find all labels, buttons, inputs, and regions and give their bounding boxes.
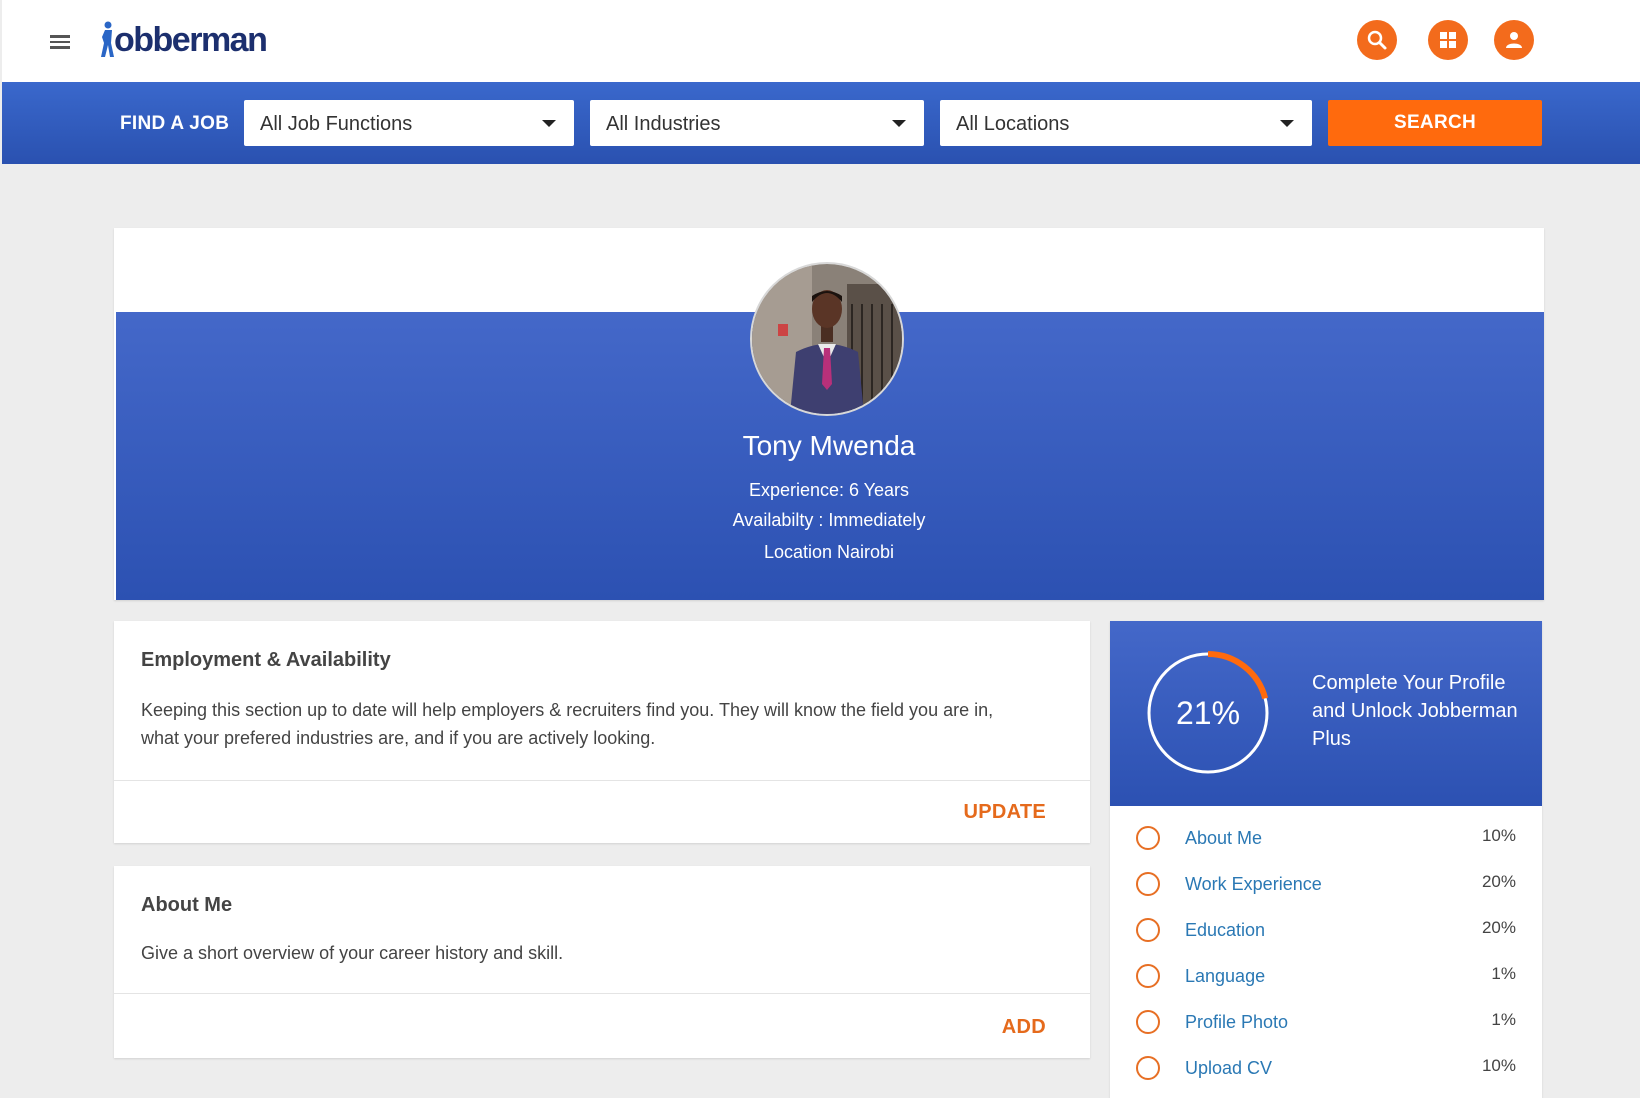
- radio-circle-icon[interactable]: [1136, 918, 1160, 942]
- checklist-item-label[interactable]: Profile Photo: [1185, 1012, 1288, 1033]
- location-select[interactable]: All Locations: [940, 100, 1312, 146]
- checklist-item[interactable]: Work Experience 20%: [1110, 863, 1542, 907]
- job-function-select[interactable]: All Job Functions: [244, 100, 574, 146]
- checklist-item-percent: 10%: [1481, 1056, 1516, 1075]
- checklist-item-percent: 1%: [1491, 1010, 1516, 1029]
- profile-location: Location Nairobi: [763, 542, 895, 562]
- checklist-item-percent: 20%: [1481, 918, 1516, 937]
- about-me-card: About Me Give a short overview of your c…: [114, 866, 1090, 1058]
- about-me-title: About Me: [141, 894, 233, 916]
- divider: [114, 780, 1090, 781]
- job-search-bar: FIND A JOB All Job Functions All Industr…: [2, 82, 1640, 164]
- jobberman-logo[interactable]: obberman: [98, 18, 268, 62]
- search-button[interactable]: SEARCH: [1328, 100, 1542, 146]
- chevron-down-icon: [1280, 120, 1294, 127]
- radio-circle-icon[interactable]: [1136, 964, 1160, 988]
- add-button[interactable]: ADD: [1002, 1016, 1046, 1039]
- employment-title: Employment & Availability: [141, 649, 391, 671]
- hamburger-menu-icon[interactable]: [50, 32, 74, 52]
- profile-card: Tony Mwenda Experience: 6 Years Availabi…: [114, 228, 1544, 600]
- checklist-item[interactable]: Language 1%: [1110, 955, 1542, 999]
- checklist-item-percent: 1%: [1491, 964, 1516, 983]
- top-header: obberman: [2, 0, 1640, 82]
- checklist-item[interactable]: About Me 10%: [1110, 817, 1542, 861]
- profile-experience: Experience: 6 Years: [748, 480, 910, 500]
- checklist-item-percent: 20%: [1481, 872, 1516, 891]
- checklist-item[interactable]: Upload CV 10%: [1110, 1047, 1542, 1091]
- logo-text: obberman: [114, 20, 268, 59]
- completion-percent: 21%: [1175, 695, 1241, 731]
- find-a-job-label: FIND A JOB: [120, 113, 230, 134]
- radio-circle-icon[interactable]: [1136, 1010, 1160, 1034]
- radio-circle-icon[interactable]: [1136, 826, 1160, 850]
- industry-value: All Industries: [606, 113, 721, 135]
- account-icon[interactable]: [1494, 20, 1534, 60]
- search-icon[interactable]: [1357, 20, 1397, 60]
- employment-description: Keeping this section up to date will hel…: [141, 696, 993, 752]
- chevron-down-icon: [892, 120, 906, 127]
- profile-availability: Availabilty : Immediately: [732, 510, 926, 530]
- checklist-item[interactable]: Profile Photo 1%: [1110, 1001, 1542, 1045]
- industry-select[interactable]: All Industries: [590, 100, 924, 146]
- checklist-item-label[interactable]: Education: [1185, 920, 1265, 941]
- profile-completion-panel: 21% Complete Your Profile and Unlock Job…: [1110, 621, 1542, 1098]
- employment-description-line-2: what your prefered industries are, and i…: [141, 728, 656, 748]
- dashboard-icon[interactable]: [1428, 20, 1468, 60]
- location-value: All Locations: [956, 113, 1070, 135]
- checklist-item-label[interactable]: About Me: [1185, 828, 1262, 849]
- avatar[interactable]: [750, 262, 904, 416]
- completion-header: 21% Complete Your Profile and Unlock Job…: [1110, 621, 1542, 806]
- radio-circle-icon[interactable]: [1136, 1056, 1160, 1080]
- checklist-item-percent: 10%: [1481, 826, 1516, 845]
- about-me-description: Give a short overview of your career his…: [141, 943, 564, 963]
- chevron-down-icon: [542, 120, 556, 127]
- checklist-item-label[interactable]: Work Experience: [1185, 874, 1322, 895]
- divider: [114, 993, 1090, 994]
- complete-profile-cta[interactable]: Complete Your Profile and Unlock Jobberm…: [1312, 669, 1522, 753]
- employment-card: Employment & Availability Keeping this s…: [114, 621, 1090, 843]
- job-function-value: All Job Functions: [260, 113, 413, 135]
- checklist-item[interactable]: Education 20%: [1110, 909, 1542, 953]
- radio-circle-icon[interactable]: [1136, 872, 1160, 896]
- checklist-item-label[interactable]: Upload CV: [1185, 1058, 1272, 1079]
- employment-description-line-1: Keeping this section up to date will hel…: [141, 700, 994, 720]
- update-button[interactable]: UPDATE: [963, 801, 1046, 824]
- profile-name: Tony Mwenda: [742, 430, 916, 461]
- checklist-item-label[interactable]: Language: [1185, 966, 1265, 987]
